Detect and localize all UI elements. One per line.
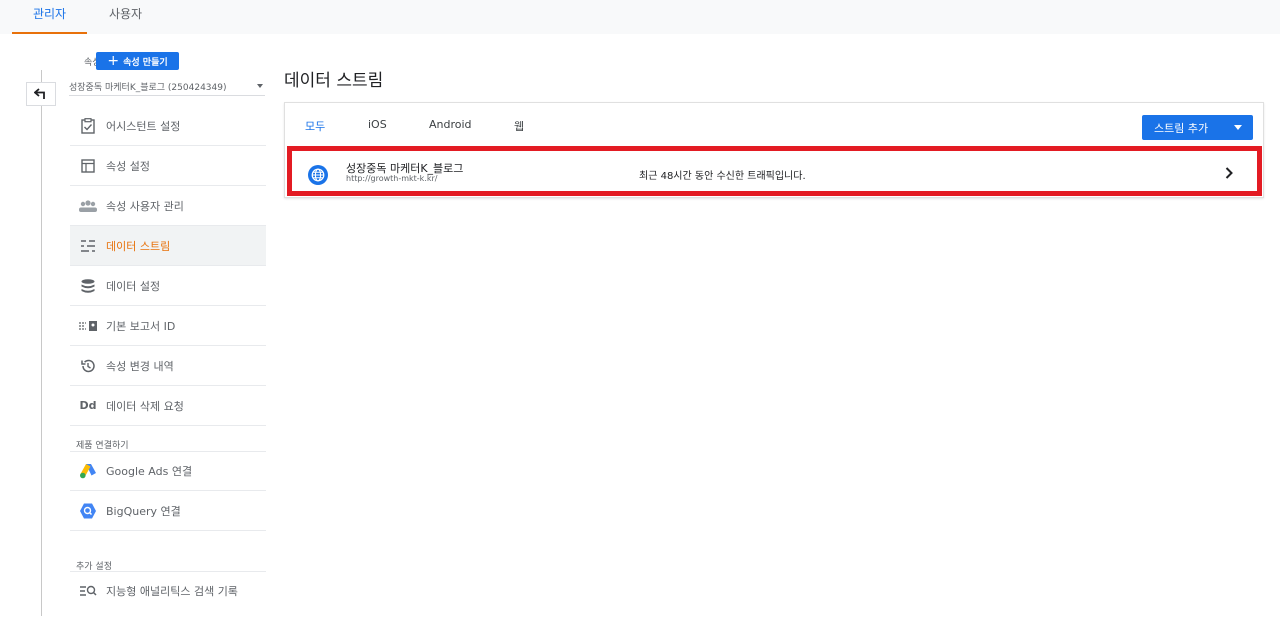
add-stream-button[interactable]: 스트림 추가 xyxy=(1142,115,1253,140)
chevron-right-icon xyxy=(1224,166,1234,184)
checklist-icon xyxy=(74,117,102,134)
sidebar-item-data-settings[interactable]: 데이터 설정 xyxy=(70,266,266,306)
tab-user[interactable]: 사용자 xyxy=(93,0,158,34)
create-property-button[interactable]: + 속성 만들기 xyxy=(96,52,179,70)
layout-icon xyxy=(74,158,102,174)
plus-icon: + xyxy=(107,53,120,69)
filter-web[interactable]: 웹 xyxy=(514,118,524,134)
sidebar-item-label: 속성 사용자 관리 xyxy=(106,199,184,213)
globe-icon xyxy=(308,165,328,185)
sidebar-item-data-streams[interactable]: 데이터 스트림 xyxy=(70,226,266,266)
sidebar-item-label: 어시스턴트 설정 xyxy=(106,119,181,133)
sidebar-item-default-report-id[interactable]: 기본 보고서 ID xyxy=(70,306,266,346)
sidebar-item-property-settings[interactable]: 속성 설정 xyxy=(70,146,266,186)
sidebar-item-search-history[interactable]: 지능형 애널리틱스 검색 기록 xyxy=(70,571,266,611)
sidebar-item-label: 속성 설정 xyxy=(106,159,150,173)
tab-admin[interactable]: 관리자 xyxy=(12,0,87,34)
search-history-icon xyxy=(74,584,102,598)
sidebar-item-bigquery[interactable]: BigQuery 연결 xyxy=(70,491,266,531)
google-ads-icon xyxy=(74,463,102,479)
add-stream-label: 스트림 추가 xyxy=(1154,121,1209,135)
dropdown-caret-icon xyxy=(1234,125,1242,130)
filter-ios[interactable]: iOS xyxy=(368,118,387,131)
sidebar-item-change-history[interactable]: 속성 변경 내역 xyxy=(70,346,266,386)
sidebar-item-assistant-settings[interactable]: 어시스턴트 설정 xyxy=(70,106,266,146)
history-icon xyxy=(74,358,102,374)
back-arrow-icon xyxy=(34,88,45,99)
people-icon xyxy=(74,199,102,213)
sidebar-item-google-ads[interactable]: Google Ads 연결 xyxy=(70,451,266,491)
sidebar-item-property-users[interactable]: 속성 사용자 관리 xyxy=(70,186,266,226)
sidebar-item-label: 데이터 설정 xyxy=(106,279,161,293)
sidebar-item-label: 데이터 삭제 요청 xyxy=(106,399,184,413)
sidebar-item-label: 기본 보고서 ID xyxy=(106,319,176,333)
streams-icon xyxy=(74,239,102,253)
stream-status: 최근 48시간 동안 수신한 트래픽입니다. xyxy=(639,171,806,182)
chevron-down-icon xyxy=(257,84,263,88)
back-button[interactable] xyxy=(26,82,56,106)
property-selector-value: 성장중독 마케터K_블로그 (250424349) xyxy=(69,83,227,93)
page-title: 데이터 스트림 xyxy=(284,71,384,91)
stream-row[interactable]: 성장중독 마케터K_블로그 http://growth-mkt-k.kr/ 최근… xyxy=(287,146,1262,196)
database-icon xyxy=(74,278,102,294)
sidebar-divider xyxy=(41,70,42,616)
stream-url: http://growth-mkt-k.kr/ xyxy=(346,174,438,183)
top-tab-bar: 관리자 사용자 xyxy=(0,0,1280,34)
product-links-heading: 제품 연결하기 xyxy=(76,441,129,451)
report-id-icon xyxy=(74,320,102,332)
filter-all[interactable]: 모두 xyxy=(305,118,325,134)
sidebar-item-label: Google Ads 연결 xyxy=(106,464,193,478)
sidebar-item-label: 지능형 애널리틱스 검색 기록 xyxy=(106,585,238,598)
sidebar-item-label: 속성 변경 내역 xyxy=(106,359,174,373)
filter-android[interactable]: Android xyxy=(429,118,472,131)
sidebar-item-label: 데이터 스트림 xyxy=(106,239,171,253)
bigquery-icon xyxy=(74,502,102,520)
create-property-label: 속성 만들기 xyxy=(123,57,168,68)
sidebar-item-data-deletion[interactable]: Dd 데이터 삭제 요청 xyxy=(70,386,266,426)
dd-icon: Dd xyxy=(79,399,97,412)
sidebar-item-label: BigQuery 연결 xyxy=(106,504,181,518)
property-selector[interactable]: 성장중독 마케터K_블로그 (250424349) xyxy=(69,80,265,96)
